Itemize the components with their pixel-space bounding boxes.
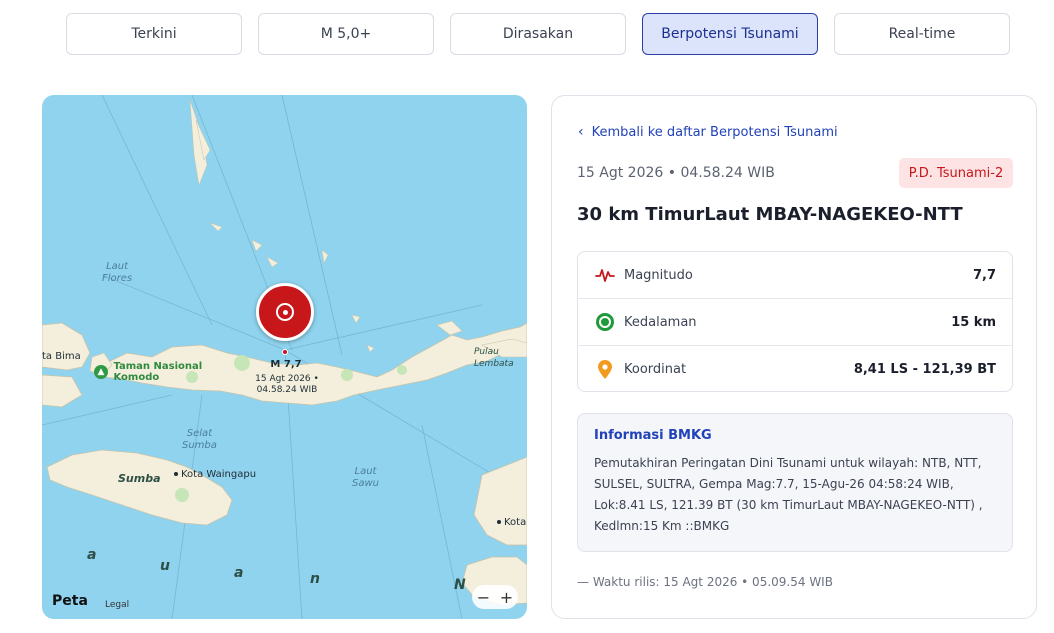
quake-magnitude-label: M 7,7 bbox=[270, 359, 302, 370]
epicenter-dot bbox=[282, 349, 288, 355]
location-pin-icon bbox=[594, 359, 616, 381]
release-time: — Waktu rilis: 15 Agt 2026 • 05.09.54 WI… bbox=[577, 575, 833, 589]
seismograph-icon bbox=[594, 264, 616, 286]
place-sumba: Sumba bbox=[118, 472, 161, 485]
zoom-control: − + bbox=[472, 585, 518, 609]
stat-coordinates: Koordinat 8,41 LS - 121,39 BT bbox=[578, 346, 1012, 393]
bmkg-info-box: Informasi BMKG Pemutakhiran Peringatan D… bbox=[577, 413, 1013, 552]
map-base-layer bbox=[42, 95, 527, 619]
quake-time-label: 15 Agt 2026 • 04.58.24 WIB bbox=[255, 374, 319, 395]
zoom-in-button[interactable]: + bbox=[500, 588, 513, 607]
city-dot-icon bbox=[174, 472, 178, 476]
sea-letter: N bbox=[454, 577, 466, 593]
depth-target-icon bbox=[594, 311, 616, 333]
tab-real-time[interactable]: Real-time bbox=[834, 13, 1010, 55]
zoom-out-button[interactable]: − bbox=[477, 588, 490, 607]
map-legal-link[interactable]: Legal bbox=[105, 600, 129, 610]
sea-label-sawu: Laut Sawu bbox=[352, 466, 379, 489]
place-komodo[interactable]: ▲ Taman Nasional Komodo bbox=[94, 361, 202, 383]
earthquake-marker[interactable] bbox=[256, 283, 314, 341]
back-link[interactable]: ‹ Kembali ke daftar Berpotensi Tsunami bbox=[578, 124, 838, 140]
event-datetime: 15 Agt 2026 • 04.58.24 WIB bbox=[577, 165, 775, 181]
event-stats: Magnitudo 7,7 Kedalaman 15 km Koordinat … bbox=[577, 251, 1013, 392]
place-lembata: Pulau Lembata bbox=[474, 347, 514, 369]
map-attribution-logo[interactable]: Peta bbox=[52, 593, 88, 609]
place-waingapu: Kota Waingapu bbox=[174, 469, 256, 481]
tab-m5[interactable]: M 5,0+ bbox=[258, 13, 434, 55]
event-location-title: 30 km TimurLaut MBAY-NAGEKEO-NTT bbox=[577, 204, 963, 225]
tab-berpotensi-tsunami[interactable]: Berpotensi Tsunami bbox=[642, 13, 818, 55]
earthquake-detail-card: ‹ Kembali ke daftar Berpotensi Tsunami 1… bbox=[551, 95, 1037, 619]
earthquake-map[interactable]: Laut Flores Selat Sumba Laut Sawu ta Bima ▲… bbox=[42, 95, 527, 619]
sea-letter: a bbox=[87, 547, 97, 563]
stat-depth: Kedalaman 15 km bbox=[578, 299, 1012, 346]
sumba-island bbox=[46, 449, 233, 526]
sea-letter: n bbox=[310, 571, 320, 587]
filter-tabs: Terkini M 5,0+ Dirasakan Berpotensi Tsun… bbox=[66, 13, 1010, 55]
target-icon bbox=[276, 303, 294, 321]
info-text: Pemutakhiran Peringatan Dini Tsunami unt… bbox=[594, 456, 983, 533]
place-bima: ta Bima bbox=[42, 351, 81, 362]
sea-letter: u bbox=[160, 558, 170, 574]
sea-label-sumba-strait: Selat Sumba bbox=[182, 428, 217, 451]
tsunami-status-badge: P.D. Tsunami-2 bbox=[899, 158, 1013, 188]
tab-terkini[interactable]: Terkini bbox=[66, 13, 242, 55]
sea-label-flores: Laut Flores bbox=[102, 261, 133, 284]
park-icon: ▲ bbox=[94, 365, 108, 379]
city-dot-icon bbox=[497, 520, 501, 524]
tab-dirasakan[interactable]: Dirasakan bbox=[450, 13, 626, 55]
stat-magnitude: Magnitudo 7,7 bbox=[578, 252, 1012, 299]
sea-letter: a bbox=[234, 565, 244, 581]
info-title: Informasi BMKG bbox=[594, 428, 712, 443]
chevron-left-icon: ‹ bbox=[578, 124, 584, 140]
place-kota-right: Kota bbox=[497, 517, 526, 529]
